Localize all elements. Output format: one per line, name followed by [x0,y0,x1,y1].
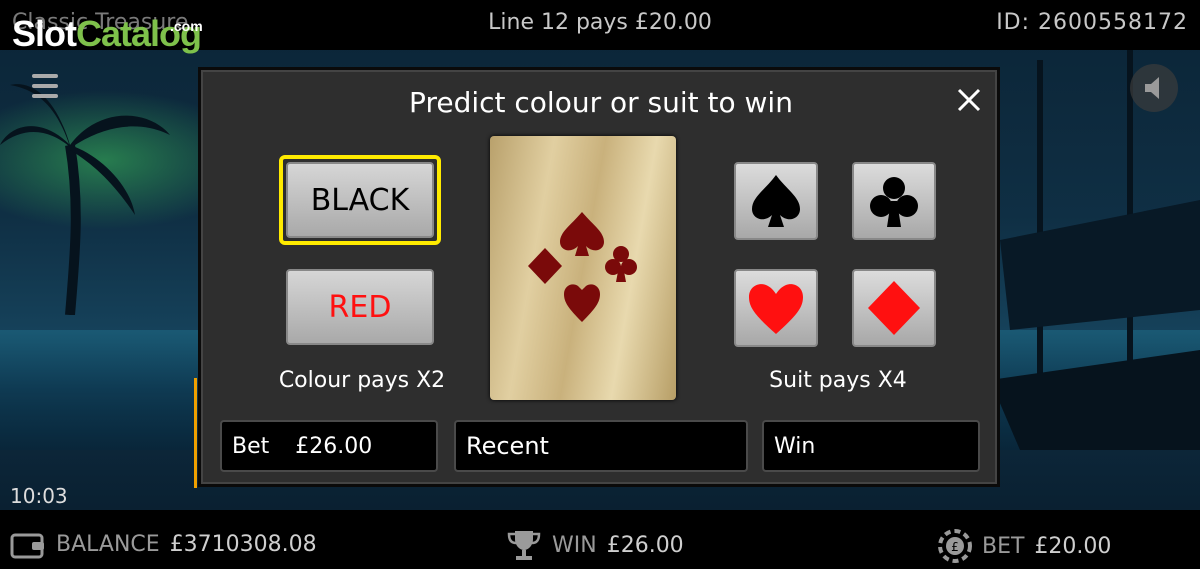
balance-value: £3710308.08 [169,531,317,557]
gamble-title: Predict colour or suit to win [409,86,793,119]
clock: 10:03 [10,484,68,508]
menu-icon[interactable] [32,74,58,100]
bet-field: Bet £26.00 [220,420,438,472]
red-button[interactable]: RED [286,269,434,345]
colour-pays-text: Colour pays X2 [278,368,446,393]
palm-tree-silhouette [0,84,170,315]
red-button-label: RED [328,289,392,325]
balance-label: BALANCE [56,531,160,557]
suit-pays-text: Suit pays X4 [769,368,907,393]
speaker-icon [1145,77,1159,99]
heart-icon [749,284,803,334]
bet-field-label: Bet [232,433,270,459]
chip-icon: £ [938,529,972,563]
gamble-dialog: Predict colour or suit to win BLACK RED … [198,67,1000,487]
face-down-card [490,136,676,400]
heart-button[interactable] [734,269,818,347]
club-icon [870,177,918,227]
black-button[interactable]: BLACK [286,162,434,238]
win-display: WIN £26.00 [506,529,684,561]
side-accent-bar [194,378,197,488]
close-icon[interactable] [953,84,985,116]
bet-value: £20.00 [1034,533,1112,559]
card-suits-emblem [528,212,637,322]
bet-field-value: £26.00 [295,433,373,459]
win-value: £26.00 [606,532,684,558]
black-button-label: BLACK [310,182,410,218]
wallet-icon [10,533,44,559]
recent-field: Recent [454,420,748,472]
trophy-icon [507,531,541,560]
bet-display[interactable]: £ BET £20.00 [938,529,1111,563]
recent-field-label: Recent [466,432,549,460]
club-button[interactable] [852,162,936,240]
spade-button[interactable] [734,162,818,240]
game-id: ID: 2600558172 [996,10,1188,35]
diamond-button[interactable] [852,269,936,347]
svg-text:£: £ [951,540,959,554]
win-field-label: Win [774,433,816,459]
spade-icon [752,175,800,227]
top-bar: Classic Treasure SlotCatalog .com Line 1… [0,0,1200,54]
balance-display: BALANCE £3710308.08 [10,529,317,559]
sound-button[interactable] [1130,64,1178,112]
win-field: Win [762,420,980,472]
win-label: WIN [552,532,597,558]
bet-label: BET [982,533,1025,559]
diamond-icon [868,281,920,335]
